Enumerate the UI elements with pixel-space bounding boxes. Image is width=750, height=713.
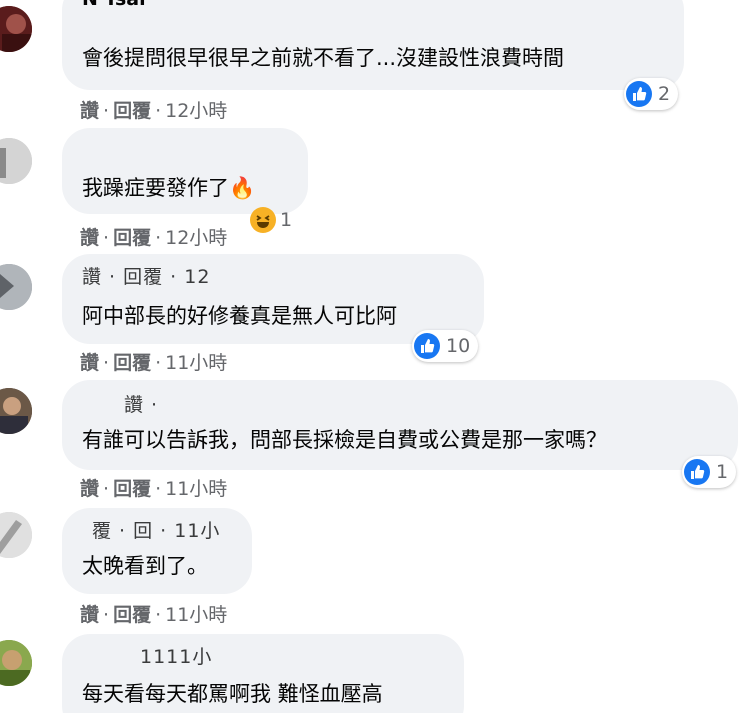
avatar[interactable] [0, 6, 32, 52]
like-link[interactable]: 讚 [80, 352, 99, 374]
avatar[interactable] [0, 512, 32, 558]
timestamp[interactable]: 12小時 [165, 100, 227, 122]
timestamp[interactable]: 11小時 [165, 604, 227, 626]
avatar-image [0, 138, 32, 184]
avatar-image [0, 388, 32, 434]
like-link[interactable]: 讚 [80, 227, 99, 249]
like-link[interactable]: 讚 [80, 100, 99, 122]
avatar-image [0, 264, 32, 310]
avatar[interactable] [0, 138, 32, 184]
thumbs-up-icon [684, 459, 710, 485]
comment-bubble: 覆 · 回 · 11小 太晚看到了。 [62, 508, 252, 594]
comment-actions: 讚 · 回覆 · 11小時 [80, 600, 227, 627]
comment-text: 我躁症要發作了🔥 [82, 174, 255, 202]
comment-text: 阿中部長的好修養真是無人可比阿 [82, 304, 397, 328]
like-link[interactable]: 讚 [80, 604, 99, 626]
reaction-count: 10 [446, 335, 471, 357]
comment-text-content: 我躁症要發作了 [82, 176, 229, 200]
comment-author[interactable]: N Tsai [82, 0, 146, 10]
thumbs-up-icon [414, 333, 440, 359]
comment-author[interactable]: 1111小 [140, 642, 212, 669]
like-link[interactable]: 讚 [80, 478, 99, 500]
thumbs-up-icon [626, 81, 652, 107]
separator-dot: · [103, 604, 110, 626]
comment-text: 太晚看到了。 [82, 554, 208, 578]
timestamp[interactable]: 12小時 [165, 227, 227, 249]
timestamp[interactable]: 11小時 [165, 478, 227, 500]
reply-link[interactable]: 回覆 [113, 478, 151, 500]
reply-link[interactable]: 回覆 [113, 227, 151, 249]
fire-emoji: 🔥 [229, 176, 256, 200]
separator-dot: · [103, 478, 110, 500]
avatar-image [0, 512, 32, 558]
comments-feed: N Tsai 會後提問很早很早之前就不看了...沒建設性浪費時間 讚·回覆·12… [0, 0, 750, 713]
comment-text: 會後提問很早很早之前就不看了...沒建設性浪費時間 [82, 46, 565, 70]
separator-dot: · [155, 100, 162, 122]
reaction-badge[interactable]: 10 [412, 330, 479, 362]
avatar-image [0, 640, 32, 686]
comment-text: 有誰可以告訴我，問部長採檢是自費或公費是那一家嗎？ [82, 428, 607, 452]
comment-actions: 讚 · 回覆 · 11小時 [80, 474, 227, 501]
separator-dot: · [155, 604, 162, 626]
comment-author[interactable]: 讚 · [124, 390, 158, 417]
comment-actions: 讚 · 回覆 · 12小時 [80, 223, 227, 250]
separator-dot: · [103, 100, 110, 122]
avatar-image [0, 6, 32, 52]
comment-bubble: 1111小 每天看每天都罵啊我 難怪血壓高 [62, 634, 464, 713]
reply-link[interactable]: 回覆 [113, 352, 151, 374]
comment-bubble: N Tsai 會後提問很早很早之前就不看了...沒建設性浪費時間 [62, 0, 684, 90]
reaction-badge[interactable]: 1 [250, 204, 292, 236]
avatar[interactable] [0, 264, 32, 310]
reaction-badge[interactable]: 2 [624, 78, 679, 110]
comment-actions: 讚 · 回覆 · 11小時 [80, 348, 227, 375]
comment-bubble: 讚 · 有誰可以告訴我，問部長採檢是自費或公費是那一家嗎？ [62, 380, 738, 470]
reply-link[interactable]: 回覆 [113, 604, 151, 626]
comment-author[interactable]: 覆 · 回 · 11小 [92, 516, 220, 543]
comment-bubble: 我躁症要發作了🔥 [62, 128, 308, 214]
comment-author-overlay[interactable]: 讚 · 回覆 · 12 [82, 262, 210, 289]
haha-icon [250, 207, 276, 233]
separator-dot: · [103, 227, 110, 249]
avatar[interactable] [0, 388, 32, 434]
comment-text: 每天看每天都罵啊我 難怪血壓高 [82, 682, 383, 706]
avatar[interactable] [0, 640, 32, 686]
reaction-badge[interactable]: 1 [682, 456, 737, 488]
comment-actions: 讚 · 回覆 · 12小時 [80, 96, 227, 123]
timestamp[interactable]: 11小時 [165, 352, 227, 374]
separator-dot: · [155, 227, 162, 249]
reaction-count: 2 [658, 83, 671, 105]
reply-link[interactable]: 回覆 [113, 100, 151, 122]
reaction-count: 1 [280, 209, 293, 231]
reaction-count: 1 [716, 461, 729, 483]
separator-dot: · [155, 478, 162, 500]
separator-dot: · [155, 352, 162, 374]
separator-dot: · [103, 352, 110, 374]
